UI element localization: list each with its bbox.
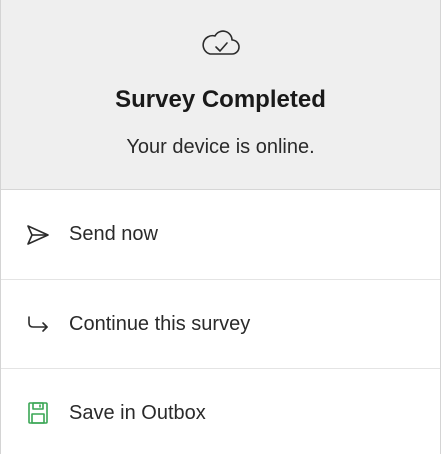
save-icon <box>25 400 51 426</box>
save-in-outbox-label: Save in Outbox <box>69 401 206 424</box>
continue-survey-label: Continue this survey <box>69 312 251 335</box>
dialog-title: Survey Completed <box>115 86 326 113</box>
send-now-option[interactable]: Send now <box>1 190 440 279</box>
dialog-header: Survey Completed Your device is online. <box>1 0 440 190</box>
send-icon <box>25 222 51 248</box>
arrow-return-icon <box>25 311 51 337</box>
dialog-subtitle: Your device is online. <box>126 136 315 158</box>
survey-completed-dialog: Survey Completed Your device is online. … <box>0 0 441 454</box>
send-now-label: Send now <box>69 223 158 245</box>
cloud-check-icon <box>1 26 440 60</box>
continue-survey-option[interactable]: Continue this survey <box>1 279 440 368</box>
save-in-outbox-option[interactable]: Save in Outbox <box>1 368 440 454</box>
